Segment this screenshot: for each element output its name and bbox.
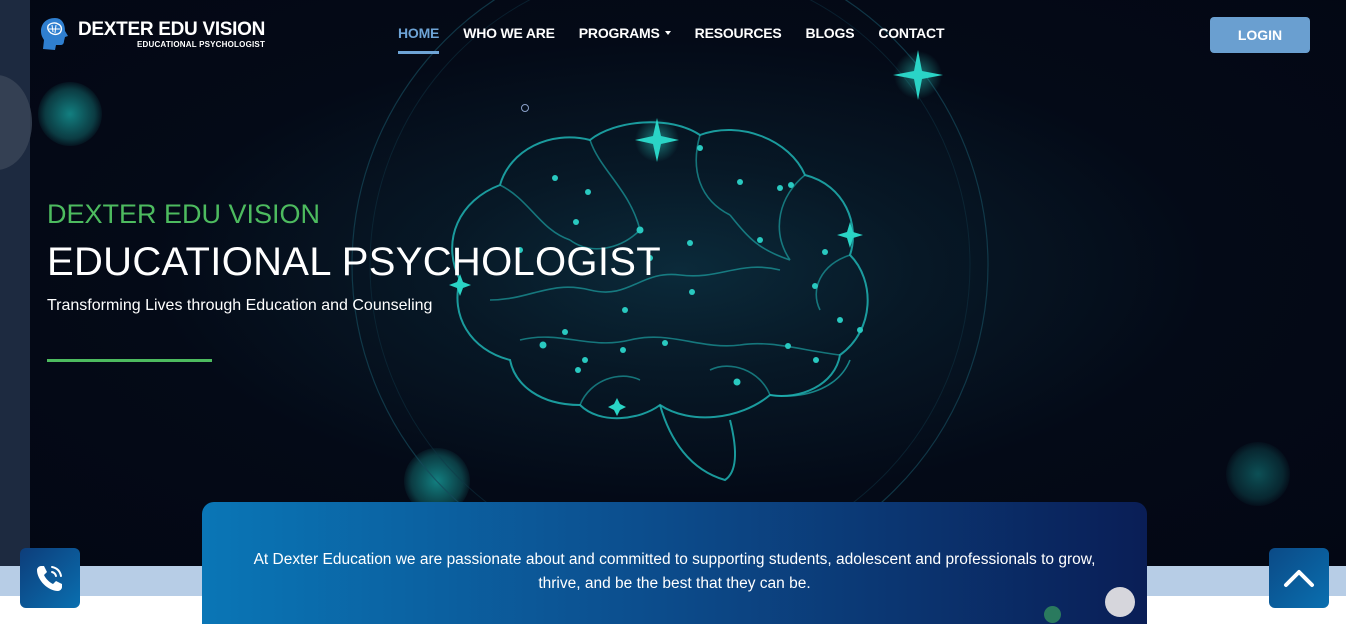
hero-title: EDUCATIONAL PSYCHOLOGIST bbox=[47, 240, 661, 284]
brand-logo[interactable]: DEXTER EDU VISION EDUCATIONAL PSYCHOLOGI… bbox=[38, 16, 265, 52]
nav-programs-label: PROGRAMS bbox=[578, 25, 660, 41]
nav-resources[interactable]: RESOURCES bbox=[695, 0, 782, 56]
caret-down-icon bbox=[664, 31, 671, 35]
chevron-up-icon bbox=[1284, 570, 1314, 587]
decorative-dot bbox=[1105, 587, 1135, 617]
login-button[interactable]: LOGIN bbox=[1210, 17, 1310, 53]
brand-title: DEXTER EDU VISION bbox=[78, 18, 266, 40]
main-nav: HOME WHO WE ARE PROGRAMS RESOURCES BLOGS… bbox=[398, 0, 968, 56]
hero-divider bbox=[47, 359, 212, 362]
nav-blogs[interactable]: BLOGS bbox=[806, 0, 855, 56]
nav-home[interactable]: HOME bbox=[398, 0, 440, 56]
nav-programs[interactable]: PROGRAMS bbox=[579, 0, 671, 56]
info-text: At Dexter Education we are passionate ab… bbox=[253, 551, 1096, 592]
call-button[interactable] bbox=[20, 548, 80, 608]
decorative-glow bbox=[38, 82, 102, 146]
brain-head-icon bbox=[41, 18, 68, 50]
nav-contact[interactable]: CONTACT bbox=[878, 0, 944, 56]
hero-section: DEXTER EDU VISION EDUCATIONAL PSYCHOLOGI… bbox=[0, 0, 1346, 566]
decorative-dot bbox=[1044, 606, 1061, 623]
phone-call-icon bbox=[37, 566, 62, 591]
brand-subtitle: EDUCATIONAL PSYCHOLOGIST bbox=[136, 39, 266, 49]
hero-kicker: DEXTER EDU VISION bbox=[47, 199, 321, 229]
info-card: At Dexter Education we are passionate ab… bbox=[202, 502, 1147, 624]
nav-who-we-are[interactable]: WHO WE ARE bbox=[463, 0, 555, 56]
scroll-top-button[interactable] bbox=[1269, 548, 1329, 608]
hero-tagline: Transforming Lives through Education and… bbox=[47, 297, 433, 314]
decorative-glow bbox=[1226, 442, 1290, 506]
